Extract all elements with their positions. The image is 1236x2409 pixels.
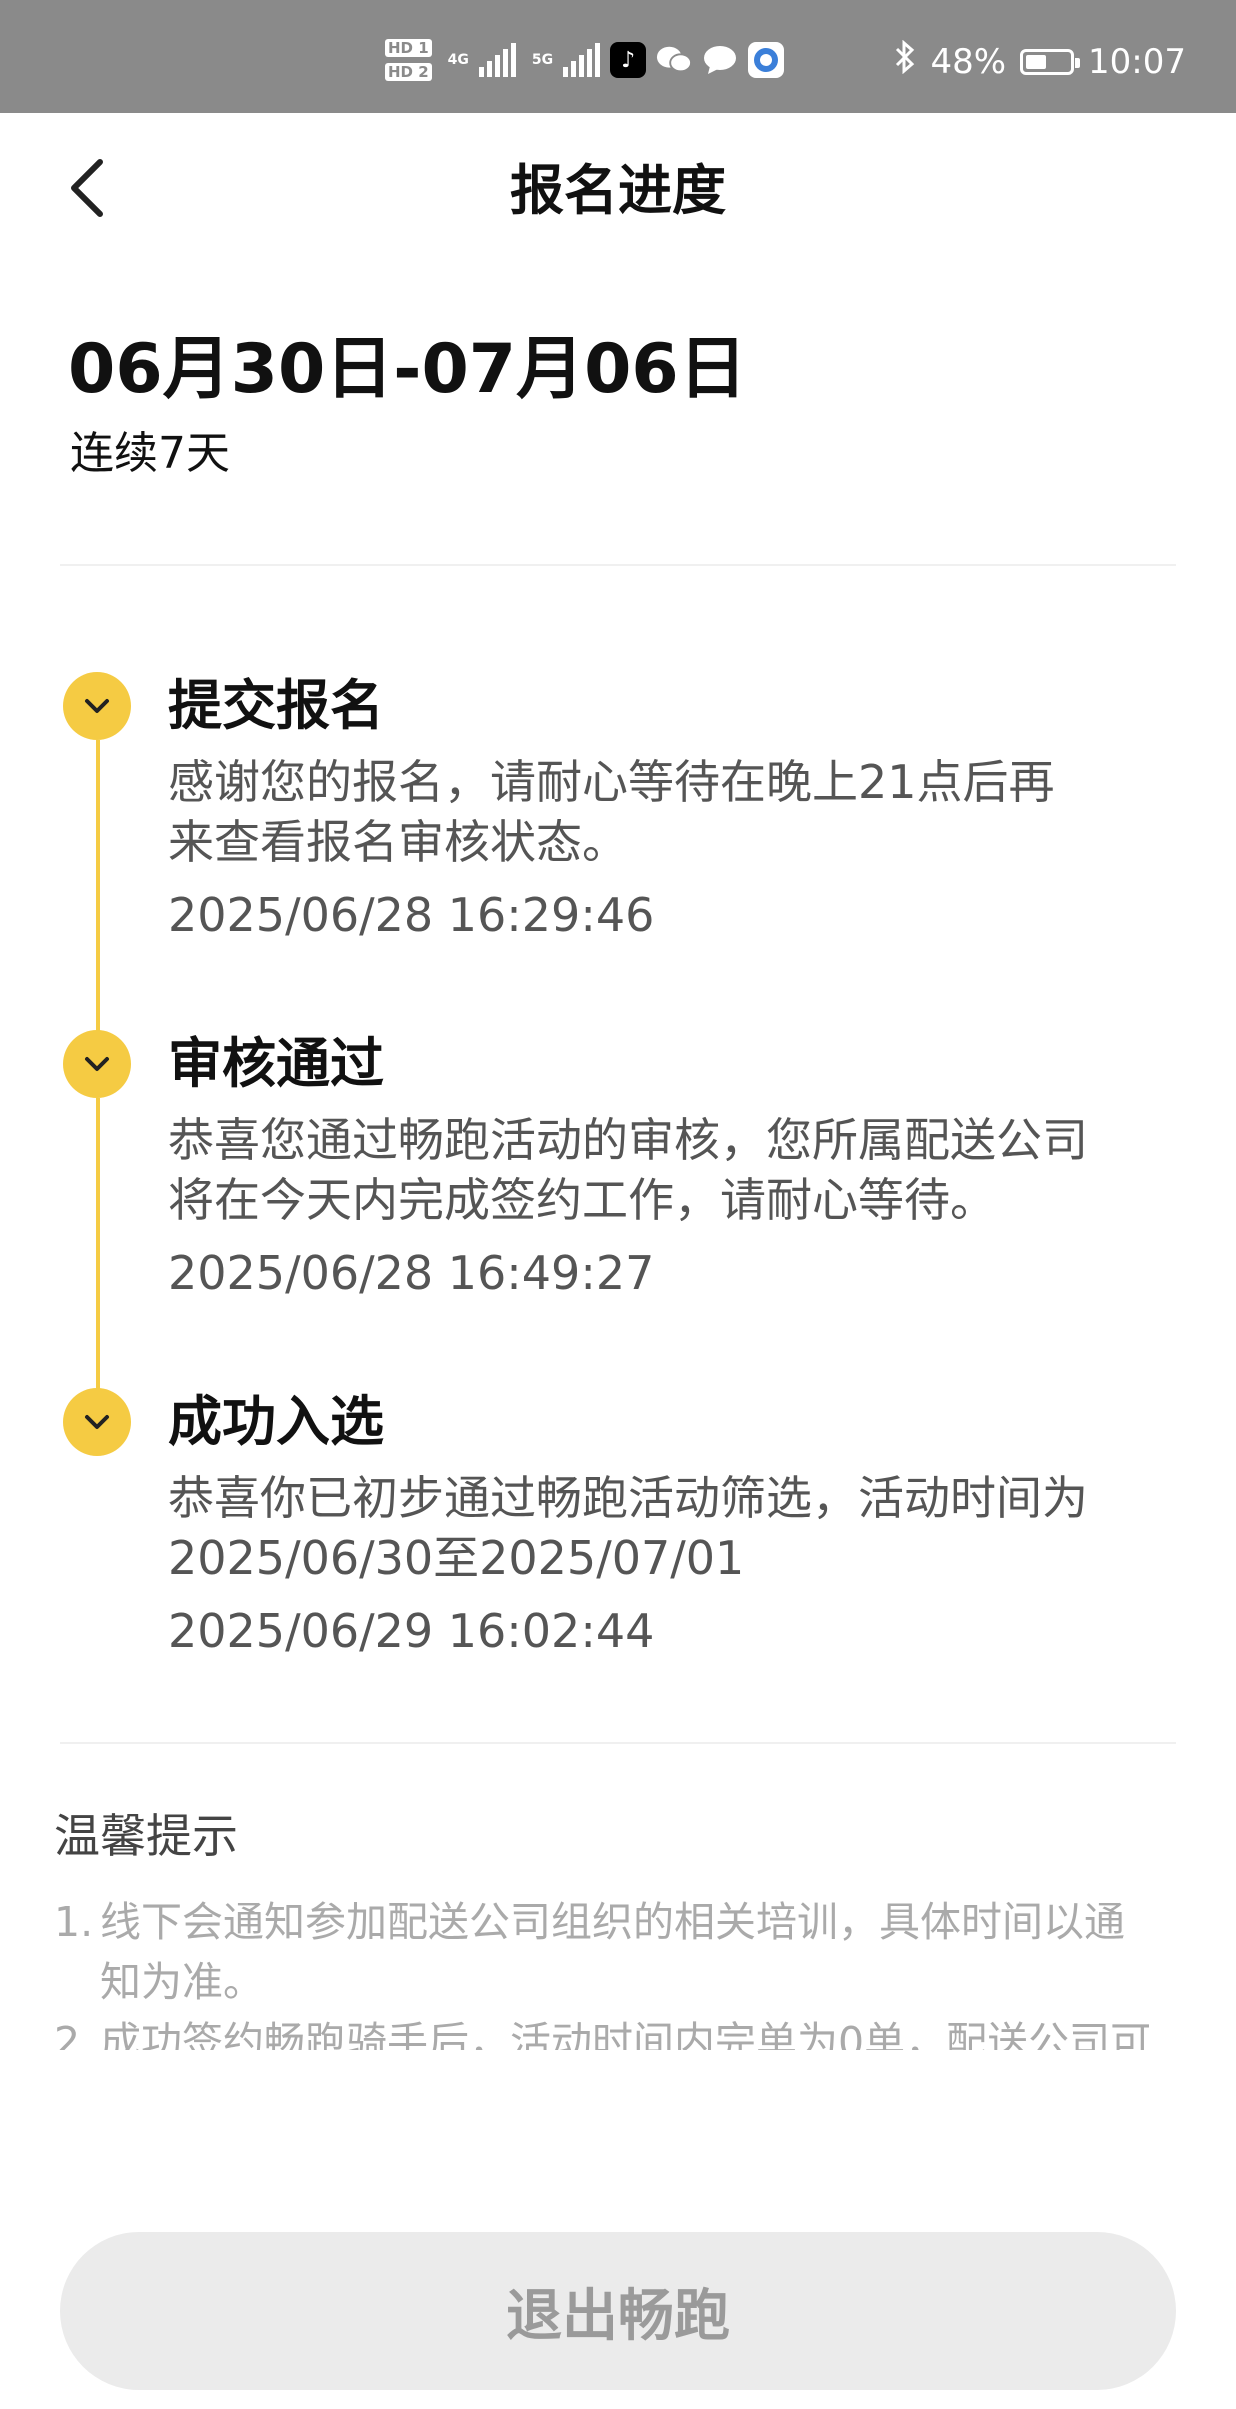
divider	[60, 564, 1176, 566]
battery-level	[1026, 54, 1047, 69]
tip-number: 1.	[54, 1898, 94, 1946]
step-description-line: 将在今天内完成签约工作，请耐心等待。	[168, 1173, 996, 1227]
status-bar: HD 1 HD 2 4G 5G ♪ 48% 10:07	[0, 0, 1236, 113]
clock: 10:07	[1088, 41, 1186, 82]
sim2-label: HD 2	[385, 63, 432, 81]
tiktok-icon: ♪	[610, 42, 647, 78]
battery-percent: 48%	[930, 41, 1007, 82]
message-icon	[702, 42, 738, 78]
timeline-connector	[96, 1098, 100, 1418]
step-description-line: 感谢您的报名，请耐心等待在晚上21点后再	[168, 755, 1055, 809]
nav-bar: 报名进度	[0, 113, 1236, 273]
tip-text-line: 成功签约畅跑骑手后，活动时间内完单为0单，配送公司可	[100, 2018, 1152, 2050]
step-description: 感谢您的报名，请耐心等待在晚上21点后再 来查看报名审核状态。	[168, 752, 1178, 872]
tips-list[interactable]: 1. 线下会通知参加配送公司组织的相关培训，具体时间以通 知为准。 2. 成功签…	[54, 1892, 1194, 2050]
step-status-icon	[63, 1388, 131, 1456]
tip-text-line: 线下会通知参加配送公司组织的相关培训，具体时间以通	[100, 1898, 1125, 1946]
battery-icon	[1020, 48, 1081, 75]
status-right-icons: 48% 10:07	[894, 39, 1186, 83]
step-timestamp: 2025/06/29 16:02:44	[168, 1604, 655, 1658]
tip-item: 2. 成功签约畅跑骑手后，活动时间内完单为0单，配送公司可	[54, 2012, 1194, 2050]
step-description-line: 恭喜你已初步通过畅跑活动筛选，活动时间为	[168, 1471, 1088, 1525]
date-range: 06月30日-07月06日	[68, 330, 747, 409]
step-timestamp: 2025/06/28 16:29:46	[168, 888, 655, 942]
duration-label: 连续7天	[70, 428, 230, 479]
step-title: 审核通过	[168, 1032, 384, 1095]
tip-number: 2.	[54, 2018, 94, 2050]
network-type-1: 4G	[447, 52, 469, 68]
browser-icon	[748, 42, 785, 78]
step-title: 提交报名	[168, 674, 384, 737]
tip-item: 1. 线下会通知参加配送公司组织的相关培训，具体时间以通 知为准。	[54, 1892, 1194, 2012]
tip-text-line: 知为准。	[100, 1958, 264, 2006]
chevron-down-icon	[85, 1415, 109, 1429]
bluetooth-icon	[894, 39, 916, 83]
exit-button-label: 退出畅跑	[506, 2283, 730, 2347]
chevron-down-icon	[85, 1057, 109, 1071]
page-title: 报名进度	[510, 159, 726, 222]
chevron-down-icon	[85, 699, 109, 713]
divider	[60, 1742, 1176, 1744]
step-description: 恭喜你已初步通过畅跑活动筛选，活动时间为 2025/06/30至2025/07/…	[168, 1468, 1178, 1588]
step-status-icon	[63, 672, 131, 740]
step-description-line: 恭喜您通过畅跑活动的审核，您所属配送公司	[168, 1113, 1088, 1167]
tips-title: 温馨提示	[54, 1809, 238, 1863]
step-title: 成功入选	[168, 1390, 384, 1453]
step-status-icon	[63, 1030, 131, 1098]
wechat-icon	[656, 42, 693, 78]
network-type-2: 5G	[531, 52, 554, 68]
timeline-connector	[96, 740, 100, 1060]
signal-icon	[478, 43, 516, 77]
step-description: 恭喜您通过畅跑活动的审核，您所属配送公司 将在今天内完成签约工作，请耐心等待。	[168, 1110, 1178, 1230]
step-description-line: 来查看报名审核状态。	[168, 815, 628, 869]
hd-icon: HD 1 HD 2	[385, 39, 432, 81]
step-description-line: 2025/06/30至2025/07/01	[168, 1531, 745, 1585]
status-left-icons: HD 1 HD 2 4G 5G ♪	[385, 30, 785, 90]
exit-button[interactable]: 退出畅跑	[60, 2232, 1176, 2390]
step-timestamp: 2025/06/28 16:49:27	[168, 1246, 655, 1300]
sim1-label: HD 1	[385, 39, 432, 57]
signal-icon-2	[563, 43, 601, 77]
